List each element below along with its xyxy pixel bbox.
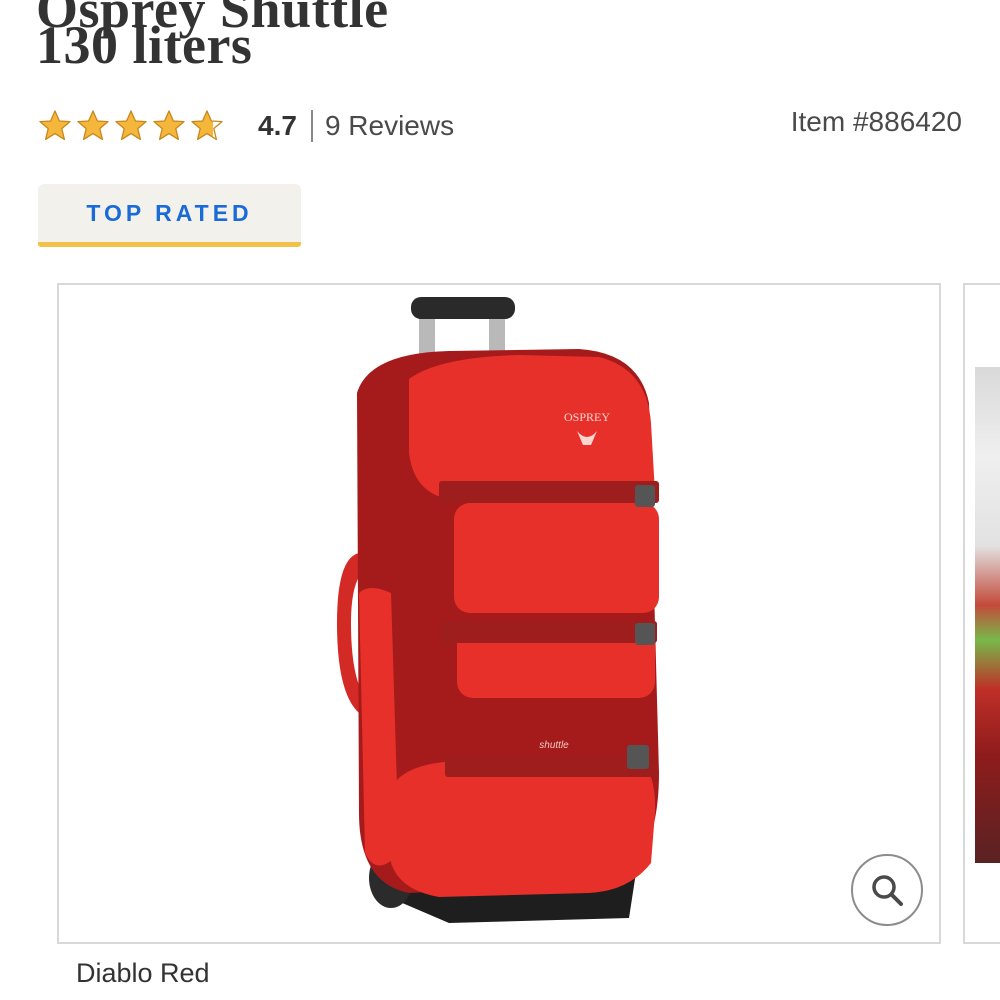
star-icon <box>153 110 185 141</box>
item-number: Item #886420 <box>790 106 962 137</box>
rating-value: 4.7 <box>258 110 297 141</box>
product-photo: OSPREY shuttle <box>337 297 659 923</box>
rating-divider <box>310 110 313 142</box>
rating-summary: 4.7 9 Reviews <box>38 104 454 148</box>
color-name: Diablo Red <box>76 958 210 988</box>
product-image-main[interactable]: OSPREY shuttle <box>57 283 941 944</box>
reviews-link[interactable]: 9 Reviews <box>325 110 454 142</box>
zoom-button[interactable] <box>851 854 923 926</box>
star-icon <box>191 110 223 141</box>
star-icon <box>39 110 71 141</box>
top-rated-badge: TOP RATED <box>38 184 301 247</box>
star-icon <box>115 110 147 141</box>
badge-label: TOP RATED <box>86 199 253 226</box>
star-icon <box>77 110 109 141</box>
bag-brand-print: OSPREY <box>564 410 610 424</box>
bag-model-print: shuttle <box>539 740 569 751</box>
product-title: 130 liters <box>36 15 253 75</box>
star-rating[interactable] <box>38 109 224 143</box>
next-image-preview <box>975 367 1000 863</box>
product-image-next[interactable] <box>963 283 1000 944</box>
magnifier-icon <box>872 875 903 906</box>
